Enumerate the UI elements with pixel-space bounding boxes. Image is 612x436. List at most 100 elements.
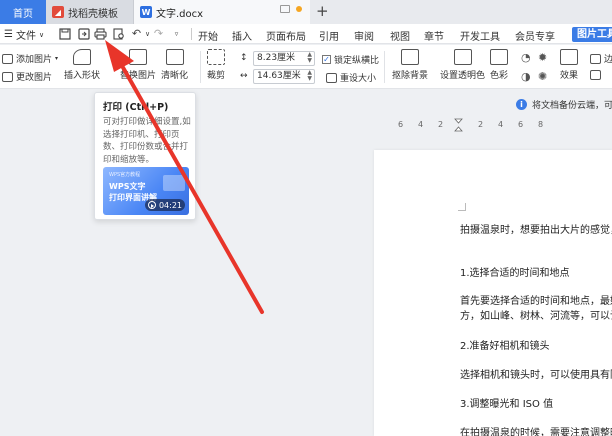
export-icon[interactable] (77, 27, 90, 40)
menu-developer[interactable]: 开发工具 (460, 28, 500, 43)
reset-size-icon (326, 72, 337, 83)
border-label: 边 (604, 55, 612, 65)
replace-picture-button[interactable]: 替换图片 (120, 49, 156, 81)
picture-tools-ribbon: 添加图片 ▾ 更改图片 插入形状 替换图片 清晰化 裁剪 ↕ 8.23厘米 ▲ ▼ (0, 45, 612, 89)
video-illustration (163, 175, 185, 191)
tooltip-title: 打印 (Ctrl+P) (103, 102, 169, 113)
remove-bg-icon (401, 49, 419, 65)
tab-document[interactable]: W 文字.docx (134, 0, 310, 24)
insert-shape-label: 插入形状 (64, 71, 101, 81)
contrast-up-icon[interactable]: ✹ (538, 51, 547, 64)
chevron-down-icon: ∨ (38, 30, 45, 39)
menu-insert[interactable]: 插入 (232, 28, 252, 43)
file-menu[interactable]: ☰ 文件 ∨ (4, 27, 44, 42)
ruler-label: 2 (478, 120, 484, 129)
replace-picture-label: 替换图片 (120, 71, 157, 81)
doc-line[interactable]: 拍摄温泉时，想要拍出大片的感觉， (460, 221, 612, 236)
width-spinner-icon[interactable]: ▲ ▼ (307, 70, 312, 82)
menu-start[interactable]: 开始 (198, 28, 218, 43)
reset-size-button[interactable]: 重设大小 (326, 71, 376, 84)
file-menu-label: 文件 (15, 31, 36, 42)
lock-ratio-checkbox[interactable]: ✓ 锁定纵横比 (322, 53, 379, 66)
ruler-label: 6 (398, 120, 404, 129)
effects-icon (560, 49, 578, 65)
border-button[interactable]: 边 (590, 52, 612, 65)
add-picture-icon (2, 53, 13, 64)
ruler-label: 6 (518, 120, 524, 129)
menu-view[interactable]: 视图 (390, 28, 410, 43)
checkbox-checked-icon: ✓ (322, 55, 331, 64)
play-icon (147, 201, 156, 209)
print-icon[interactable] (94, 27, 107, 40)
print-preview-icon[interactable] (112, 27, 125, 40)
new-tab-plus-icon[interactable]: + (316, 2, 329, 20)
sharpen-icon (165, 49, 184, 65)
quick-access-more-icon[interactable]: ▿ (170, 27, 183, 40)
add-picture-button[interactable]: 添加图片 ▾ (2, 52, 58, 65)
cloud-backup-message[interactable]: i 将文档备份云端，可避 (516, 98, 612, 111)
chevron-down-icon: ▾ (55, 55, 59, 62)
indent-marker-icon[interactable] (454, 118, 463, 132)
doc-line[interactable]: 首先要选择合适的时间和地点，最好 (460, 292, 612, 307)
tab-home-label: 首页 (13, 8, 33, 20)
save-icon[interactable] (58, 27, 71, 40)
menu-bar: ☰ 文件 ∨ ↶ ∨ ↷ ▿ 开始 插入 页面布局 引用 审阅 视图 章节 开发… (0, 24, 612, 44)
color-button[interactable]: 色彩 (490, 49, 508, 81)
tab-document-label: 文字.docx (156, 8, 204, 20)
width-input[interactable]: 14.63厘米 ▲ ▼ (253, 69, 315, 84)
insert-shape-button[interactable]: 插入形状 (64, 49, 100, 81)
doc-line[interactable]: 在拍摄温泉的时候，需要注意调整曝 (460, 424, 612, 436)
height-input[interactable]: 8.23厘米 ▲ ▼ (253, 51, 315, 66)
doc-heading[interactable]: 2.准备好相机和镜头 (460, 337, 550, 352)
brightness-down-icon[interactable]: ◑ (521, 70, 531, 83)
video-duration-badge: 04:21 (144, 199, 185, 211)
menu-references[interactable]: 引用 (319, 28, 339, 43)
crop-button[interactable]: 裁剪 (207, 49, 225, 81)
crop-icon (207, 49, 225, 65)
doc-line[interactable]: 选择相机和镜头时，可以使用具有防 (460, 366, 612, 381)
tab-home[interactable]: 首页 (0, 0, 46, 24)
redo-icon[interactable]: ↷ (152, 27, 165, 40)
tab-picture-tools[interactable]: 图片工具 (572, 27, 612, 42)
ruler-label: 4 (498, 120, 504, 129)
tooltip-description: 可对打印做详细设置,如选择打印机、打印页数、打印份数或合并打印和缩放等。 (103, 117, 191, 165)
ruler-label: 8 (538, 120, 544, 129)
rotate-button[interactable] (590, 70, 601, 80)
doc-heading[interactable]: 1.选择合适的时间和地点 (460, 264, 570, 279)
ribbon-separator (384, 51, 385, 83)
menu-page-layout[interactable]: 页面布局 (266, 28, 306, 43)
writer-doc-icon: W (140, 6, 152, 18)
height-spinner-icon[interactable]: ▲ ▼ (307, 52, 312, 64)
cloud-backup-notice: i 将文档备份云端，可避 (0, 90, 612, 118)
menu-member[interactable]: 会员专享 (515, 28, 555, 43)
doc-line[interactable]: 方，如山峰、树林、河流等，可以让 (460, 307, 612, 322)
menu-chapter[interactable]: 章节 (424, 28, 444, 43)
change-picture-icon (2, 71, 13, 82)
brightness-up-icon[interactable]: ◔ (521, 51, 531, 64)
set-transparent-label: 设置透明色 (440, 71, 486, 81)
unsaved-dot-icon (296, 6, 302, 12)
remove-bg-label: 抠除背景 (392, 71, 429, 81)
tutorial-video-thumbnail[interactable]: WPS官方教程 WPS文字 打印界面讲解 04:21 (103, 167, 189, 215)
tab-extras (280, 5, 302, 13)
replace-picture-icon (129, 49, 147, 65)
remove-bg-button[interactable]: 抠除背景 (392, 49, 428, 81)
doc-heading[interactable]: 3.调整曝光和 ISO 值 (460, 395, 553, 410)
tab-template[interactable]: ◢ 找稻壳模板 (46, 0, 134, 24)
effects-label: 效果 (560, 71, 579, 81)
set-transparent-button[interactable]: 设置透明色 (440, 49, 485, 81)
color-label: 色彩 (490, 71, 509, 81)
menu-review[interactable]: 审阅 (354, 28, 374, 43)
effects-button[interactable]: 效果 (560, 49, 578, 81)
ribbon-separator (200, 51, 201, 83)
tab-template-label: 找稻壳模板 (68, 8, 118, 20)
video-duration: 04:21 (158, 200, 182, 210)
monitor-icon[interactable] (280, 5, 290, 13)
width-icon: ↔ (240, 71, 248, 81)
page-margin-corner (458, 203, 466, 211)
contrast-down-icon[interactable]: ✺ (538, 70, 547, 83)
sharpen-button[interactable]: 清晰化 (161, 49, 188, 81)
change-picture-button[interactable]: 更改图片 (2, 70, 52, 83)
height-icon: ↕ (240, 53, 248, 63)
transparent-color-icon (453, 49, 472, 65)
